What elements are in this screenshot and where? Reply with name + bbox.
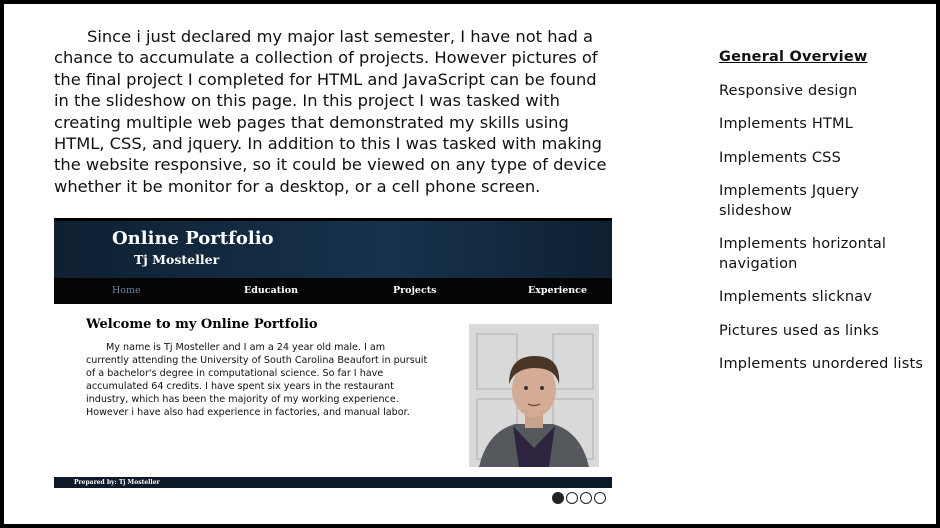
slideshow-pager	[552, 492, 606, 506]
slideshow-image[interactable]: Online Portfolio Tj Mosteller Home Educa…	[54, 218, 612, 488]
portfolio-subtitle: Tj Mosteller	[134, 252, 220, 267]
portfolio-header: Online Portfolio Tj Mosteller	[54, 221, 612, 278]
sidebar-item-implements-unordered-lists[interactable]: Implements unordered lists	[719, 355, 924, 375]
portfolio-nav-experience: Experience	[528, 285, 587, 296]
slide-dot-4[interactable]	[594, 492, 606, 504]
slide-dot-3[interactable]	[580, 492, 592, 504]
person-photo-icon	[469, 324, 599, 467]
sidebar-item-responsive-design[interactable]: Responsive design	[719, 82, 924, 102]
slide-dot-1[interactable]	[552, 492, 564, 504]
page-frame: Since i just declared my major last seme…	[4, 4, 936, 524]
portfolio-nav-home: Home	[112, 285, 141, 296]
portfolio-title: Online Portfolio	[112, 228, 274, 249]
sidebar-item-implements-horizontal-navigation[interactable]: Implements horizontal navigation	[719, 235, 924, 274]
sidebar-item-implements-css[interactable]: Implements CSS	[719, 149, 924, 169]
profile-photo	[469, 324, 599, 467]
welcome-heading: Welcome to my Online Portfolio	[86, 317, 318, 332]
footer-text: Prepared by: Tj Mosteller	[74, 479, 160, 486]
sidebar-item-general-overview[interactable]: General Overview	[719, 48, 924, 68]
sidebar-item-pictures-used-as-links[interactable]: Pictures used as links	[719, 322, 924, 342]
sidebar-item-implements-jquery-slideshow[interactable]: Implements Jquery slideshow	[719, 182, 924, 221]
portfolio-nav-education: Education	[244, 285, 298, 296]
sidebar-nav: General Overview Responsive design Imple…	[719, 48, 924, 389]
sidebar-item-implements-html[interactable]: Implements HTML	[719, 115, 924, 135]
sidebar-item-implements-slicknav[interactable]: Implements slicknav	[719, 288, 924, 308]
bio-paragraph: My name is Tj Mosteller and I am a 24 ye…	[86, 342, 428, 419]
portfolio-nav-projects: Projects	[393, 285, 437, 296]
intro-paragraph: Since i just declared my major last seme…	[54, 27, 607, 196]
slide-dot-2[interactable]	[566, 492, 578, 504]
portfolio-footer: Prepared by: Tj Mosteller	[54, 477, 612, 488]
portfolio-nav: Home Education Projects Experience	[54, 278, 612, 304]
